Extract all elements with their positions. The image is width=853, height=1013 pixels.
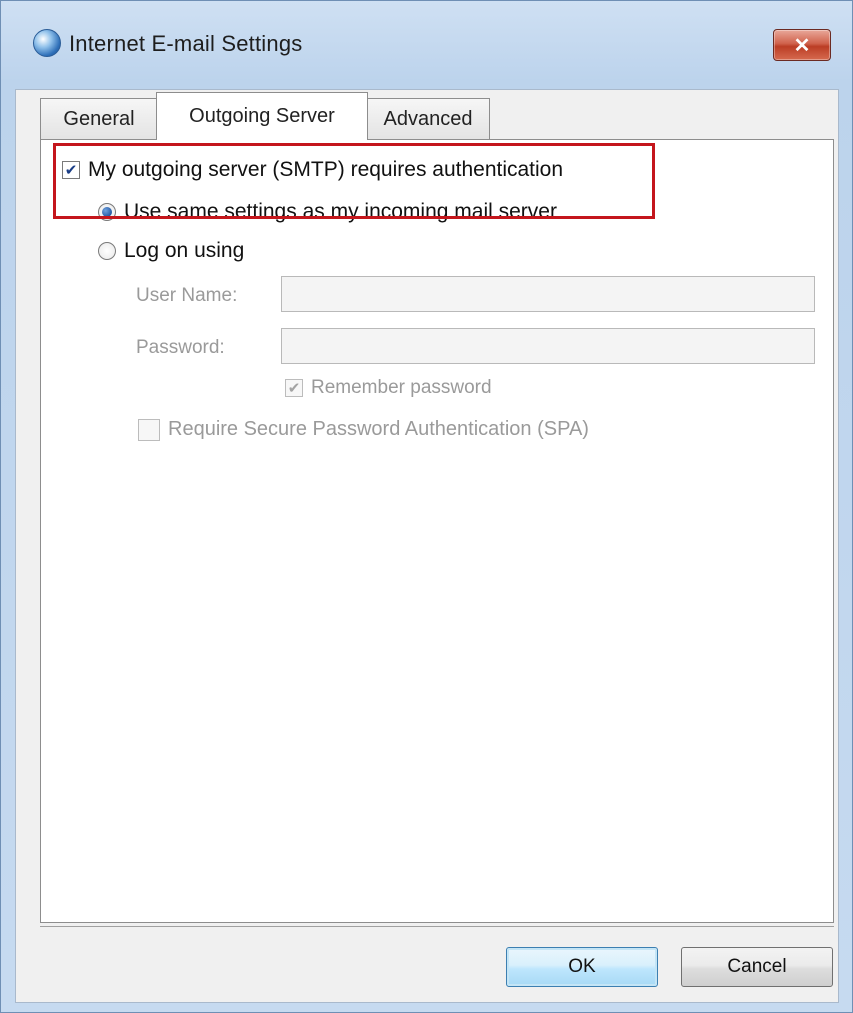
close-button[interactable]: ✕: [773, 29, 831, 61]
log-on-using-radio[interactable]: [98, 242, 116, 260]
password-field[interactable]: [281, 328, 815, 364]
title-bar[interactable]: Internet E-mail Settings ✕: [1, 1, 852, 89]
window-title: Internet E-mail Settings: [69, 31, 303, 56]
footer-separator: [40, 926, 834, 927]
tab-outgoing-server[interactable]: Outgoing Server: [156, 92, 368, 140]
tab-general[interactable]: General: [40, 98, 158, 140]
cancel-button[interactable]: Cancel: [681, 947, 833, 987]
tab-strip: General Outgoing Server Advanced: [36, 90, 836, 140]
tab-advanced[interactable]: Advanced: [366, 98, 490, 140]
log-on-using-label: Log on using: [124, 239, 245, 262]
dialog-client-area: General Outgoing Server Advanced ✔ My ou…: [15, 89, 839, 1003]
log-on-using-row[interactable]: Log on using: [98, 239, 244, 263]
close-icon: ✕: [793, 34, 811, 57]
dialog-window: Internet E-mail Settings ✕ General Outgo…: [0, 0, 853, 1013]
checkmark-icon: ✔: [287, 379, 301, 397]
spa-label: Require Secure Password Authentication (…: [168, 418, 589, 440]
remember-password-label: Remember password: [311, 377, 492, 398]
username-field[interactable]: [281, 276, 815, 312]
spa-row[interactable]: Require Secure Password Authentication (…: [138, 418, 589, 441]
spa-checkbox[interactable]: [138, 418, 160, 441]
remember-password-checkbox[interactable]: ✔: [285, 379, 303, 397]
annotation-highlight-box: [53, 143, 655, 219]
password-label: Password:: [136, 337, 225, 358]
outgoing-server-panel: ✔ My outgoing server (SMTP) requires aut…: [40, 139, 834, 923]
ok-button[interactable]: OK: [506, 947, 658, 987]
remember-password-row[interactable]: ✔ Remember password: [285, 377, 492, 399]
internet-globe-icon: [33, 29, 61, 57]
username-label: User Name:: [136, 285, 238, 306]
